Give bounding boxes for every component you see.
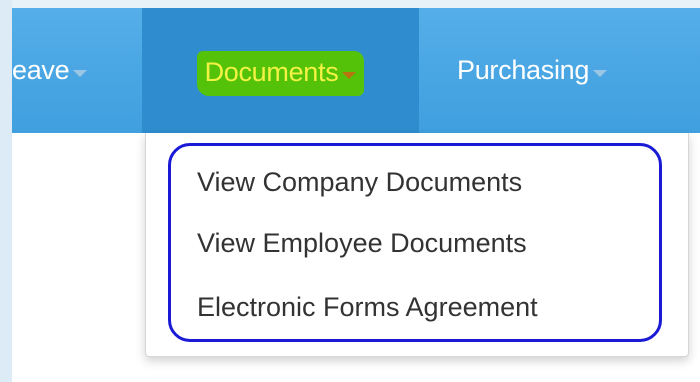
nav-item-leave[interactable]: eave: [12, 8, 142, 133]
highlighter-mark: Documents: [196, 51, 365, 96]
top-navbar: eave Documents Purchasing: [12, 8, 700, 133]
chevron-down-icon: [73, 70, 88, 77]
nav-item-documents-label: Documents: [204, 57, 339, 87]
nav-item-leave-label: eave: [12, 55, 70, 85]
documents-dropdown-menu: View Company Documents View Employee Doc…: [145, 133, 689, 357]
menu-item-electronic-forms-agreement[interactable]: Electronic Forms Agreement: [197, 292, 538, 323]
nav-item-purchasing[interactable]: Purchasing: [457, 8, 687, 133]
chevron-down-icon: [593, 70, 608, 77]
window-left-edge: [0, 0, 12, 382]
nav-item-documents[interactable]: Documents: [142, 8, 419, 133]
menu-item-view-employee-documents[interactable]: View Employee Documents: [197, 228, 527, 259]
window-top-edge: [0, 0, 700, 8]
page: eave Documents Purchasing View Company D…: [12, 8, 700, 382]
menu-item-view-company-documents[interactable]: View Company Documents: [197, 167, 522, 198]
chevron-down-icon: [342, 72, 357, 79]
nav-item-purchasing-label: Purchasing: [457, 55, 590, 85]
